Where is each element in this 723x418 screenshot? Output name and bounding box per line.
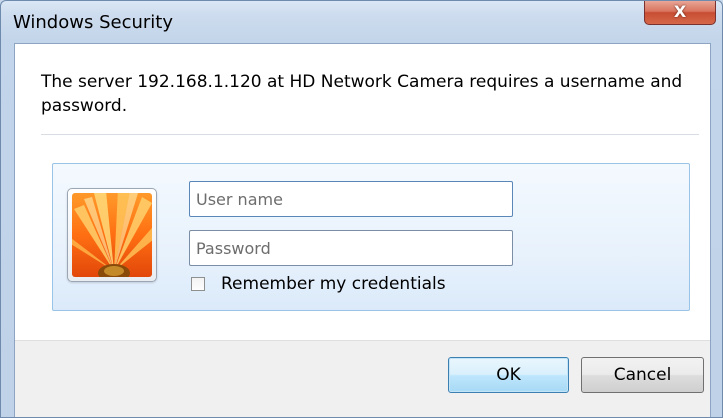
- close-button[interactable]: X: [644, 1, 716, 25]
- remember-credentials-label: Remember my credentials: [221, 274, 446, 294]
- dialog-body: The server 192.168.1.120 at HD Network C…: [14, 43, 711, 417]
- close-icon: X: [673, 1, 687, 21]
- cancel-button[interactable]: Cancel: [581, 357, 704, 393]
- title-bar[interactable]: Windows Security X: [1, 1, 722, 43]
- button-bar: OK Cancel: [15, 340, 710, 417]
- window-title: Windows Security: [13, 12, 173, 33]
- remember-credentials-row[interactable]: Remember my credentials: [191, 274, 446, 294]
- password-field[interactable]: [189, 230, 513, 266]
- ok-button[interactable]: OK: [448, 357, 569, 393]
- separator: [41, 134, 699, 135]
- windows-security-dialog: Windows Security X The server 192.168.1.…: [0, 0, 723, 418]
- credential-tile[interactable]: Remember my credentials: [52, 163, 690, 311]
- username-field[interactable]: [189, 181, 513, 217]
- auth-message: The server 192.168.1.120 at HD Network C…: [41, 72, 683, 116]
- user-tile-frame: [67, 188, 157, 282]
- remember-credentials-checkbox[interactable]: [191, 277, 205, 291]
- flower-user-tile-icon: [72, 193, 152, 277]
